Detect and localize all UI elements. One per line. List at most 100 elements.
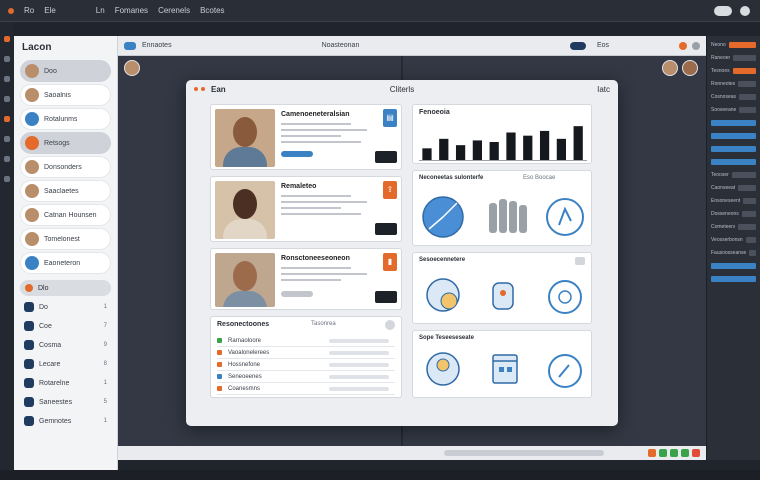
breadcrumb[interactable]: Ennaotes (142, 42, 172, 49)
settings-icon[interactable] (4, 176, 10, 182)
property-row[interactable]: Teooser (711, 171, 756, 179)
toggle-switch[interactable] (569, 41, 586, 50)
property-row[interactable]: Veosserbonsn (711, 236, 756, 244)
sidebar-contact-item[interactable]: Tomelonest (20, 228, 111, 250)
property-row[interactable] (711, 158, 756, 166)
users-icon[interactable] (4, 136, 10, 142)
status-chip[interactable] (692, 449, 700, 457)
icon-card[interactable]: Sope Teseeseseate (412, 330, 592, 398)
people-icon (489, 199, 527, 233)
document-icon[interactable]: ▤ (383, 109, 397, 127)
property-row[interactable] (711, 262, 756, 270)
item-icon (24, 397, 34, 407)
bookmark-icon[interactable]: ▮ (383, 253, 397, 271)
property-row[interactable]: Dosseneons (711, 210, 756, 218)
sidebar-item-label: Saaclaetes (44, 187, 79, 195)
sidebar-contact-item[interactable]: Saaclaetes (20, 180, 111, 202)
list-item[interactable]: Coanesmns (217, 383, 395, 395)
profile-card[interactable]: Ronsctoneeseoneon ▮ (210, 248, 402, 310)
property-row[interactable]: Tesnoes (711, 67, 756, 75)
hand-icon (546, 198, 584, 236)
sidebar-contact-item[interactable]: Catnan Hounsen (20, 204, 111, 226)
property-row[interactable] (711, 119, 756, 127)
avatar[interactable] (662, 60, 678, 76)
sidebar-item-label: Eaoneteron (44, 259, 81, 267)
share-icon[interactable]: ⇪ (383, 181, 397, 199)
property-row[interactable]: Cosnoseas (711, 93, 756, 101)
property-row[interactable]: Sooseeane (711, 106, 756, 114)
os-menu-item[interactable]: Fomanes (115, 6, 148, 15)
status-chip[interactable] (681, 449, 689, 457)
tag-bar (281, 151, 313, 157)
pie-chart-icon (422, 196, 464, 238)
hand-device-icon (492, 282, 514, 310)
property-row[interactable]: Fausoosseanse (711, 249, 756, 257)
window-control-icon[interactable] (740, 5, 750, 16)
action-button[interactable] (375, 151, 397, 163)
avatar (25, 88, 39, 102)
sidebar-nav-item[interactable]: Cosma 9 (20, 336, 111, 354)
sidebar-contact-item[interactable]: Retsogs (20, 132, 111, 154)
chart-bar (523, 135, 533, 161)
profile-card[interactable]: Camenoeneteralsian ▤ (210, 104, 402, 170)
app-logo-icon[interactable] (8, 7, 14, 14)
folder-icon[interactable] (4, 56, 10, 62)
calendar-icon[interactable] (4, 156, 10, 162)
list-item[interactable]: Rarnaoloore (217, 335, 395, 347)
play-circle-icon (548, 280, 582, 314)
profile-card[interactable]: Remaleteo ⇪ (210, 176, 402, 242)
sidebar-nav-item[interactable]: Gemnotes 1 (20, 412, 111, 430)
bar-chart (419, 126, 587, 161)
property-row[interactable]: Caonseeat (711, 184, 756, 192)
home-icon[interactable] (4, 36, 10, 42)
avatar[interactable] (124, 60, 140, 76)
property-row[interactable]: Cometeers (711, 223, 756, 231)
avatar[interactable] (682, 60, 698, 76)
search-icon[interactable] (4, 76, 10, 82)
property-row[interactable]: Ronneotes (711, 80, 756, 88)
os-menu-item[interactable]: Ele (44, 6, 56, 15)
sidebar-nav-item[interactable]: Rotarelne 1 (20, 374, 111, 392)
toggle-switch[interactable] (714, 5, 732, 16)
list-item[interactable]: Vaoalonelerees (217, 347, 395, 359)
status-chip[interactable] (670, 449, 678, 457)
layout-icon[interactable] (124, 41, 136, 50)
sidebar-contact-item[interactable]: Eaoneteron (20, 252, 111, 274)
more-icon[interactable] (692, 41, 700, 50)
close-icon[interactable] (385, 320, 395, 330)
sidebar-nav-item[interactable]: Saneestes 5 (20, 393, 111, 411)
property-row[interactable] (711, 132, 756, 140)
property-row[interactable] (711, 275, 756, 283)
sidebar-nav-item[interactable]: Coe 7 (20, 317, 111, 335)
property-label: Sooseeane (711, 107, 737, 113)
os-menu-item[interactable]: Cerenels (158, 6, 190, 15)
sidebar-contact-item[interactable]: Saoalnis (20, 84, 111, 106)
sidebar-contact-item[interactable]: Rotalunms (20, 108, 111, 130)
action-button[interactable] (375, 291, 397, 303)
sidebar-nav-item[interactable]: Lecare 8 (20, 355, 111, 373)
list-item[interactable]: Seneoeenes (217, 371, 395, 383)
bell-icon[interactable] (4, 116, 10, 122)
horizontal-scrollbar[interactable] (444, 450, 604, 456)
icon-card[interactable]: Neconeetas sulonterfe Eso Boocae (412, 170, 592, 246)
sidebar-item-label: Cosma (39, 341, 62, 349)
property-row[interactable]: Ensoneseent (711, 197, 756, 205)
chat-icon[interactable] (4, 96, 10, 102)
os-menu-item[interactable]: Ro (24, 6, 34, 15)
sidebar-section-header[interactable]: Dlo (20, 280, 111, 296)
sidebar-contact-item[interactable]: Donsonders (20, 156, 111, 178)
property-row[interactable]: Raneoer (711, 54, 756, 62)
os-menu-item[interactable]: Ln (96, 6, 105, 15)
property-row[interactable] (711, 145, 756, 153)
icon-card[interactable]: Sesoecennetere (412, 252, 592, 324)
os-menu-item[interactable]: Bcotes (200, 6, 224, 15)
record-icon[interactable] (679, 41, 687, 50)
expand-icon[interactable] (575, 257, 585, 265)
action-button[interactable] (375, 223, 397, 235)
status-chip[interactable] (659, 449, 667, 457)
list-item[interactable]: Hossnefone (217, 359, 395, 371)
sidebar-nav-item[interactable]: Do 1 (20, 298, 111, 316)
property-row[interactable]: Neono (711, 41, 756, 49)
status-chip[interactable] (648, 449, 656, 457)
sidebar-contact-item[interactable]: Doo (20, 60, 111, 82)
